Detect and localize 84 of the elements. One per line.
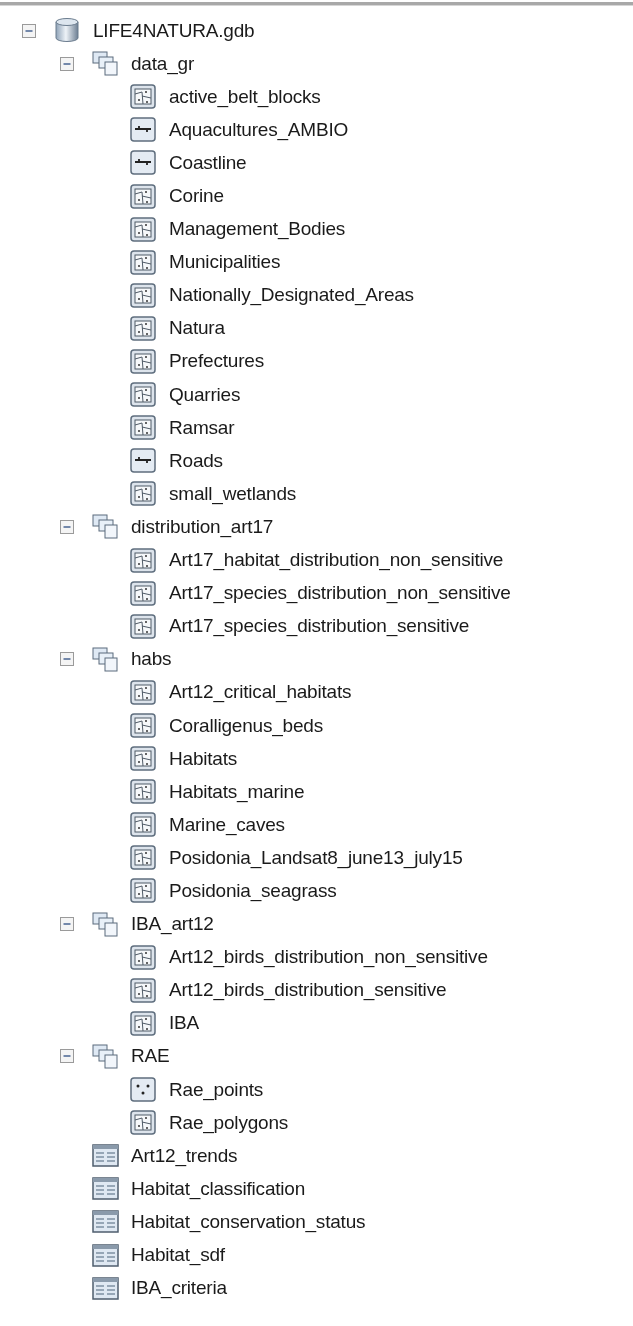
tree-item[interactable]: Habitat_classification (131, 1177, 306, 1200)
tree-item[interactable]: LIFE4NATURA.gdb (93, 19, 255, 42)
polygon-layer-icon (129, 877, 157, 905)
tree-item[interactable]: small_wetlands (169, 482, 297, 505)
collapse-icon[interactable] (60, 519, 74, 534)
tree-item[interactable]: Rae_polygons (169, 1111, 289, 1134)
tree-item[interactable]: habs (131, 648, 172, 671)
tree-item[interactable]: Coastline (169, 151, 247, 174)
tree-item[interactable]: Municipalities (169, 251, 281, 274)
tree-item[interactable]: Art12_critical_habitats (169, 681, 352, 704)
tree-item[interactable]: Habitats_marine (169, 780, 305, 803)
tree-item[interactable]: Habitats (169, 747, 238, 770)
stacked-layers-icon (91, 1042, 119, 1070)
tree-item[interactable]: IBA (169, 1012, 200, 1035)
polygon-layer-icon (129, 414, 157, 442)
tree-item[interactable]: Corine (169, 185, 224, 207)
tree-item[interactable]: Art17_species_distribution_sensitive (169, 615, 470, 638)
tree-item[interactable]: RAE (131, 1045, 170, 1068)
database-icon (53, 17, 81, 45)
polygon-layer-icon (129, 281, 157, 309)
line-layer-icon (129, 116, 157, 144)
tree-item[interactable]: Habitat_sdf (131, 1244, 225, 1266)
stacked-layers-icon (91, 910, 119, 938)
polygon-layer-icon (129, 745, 157, 773)
stacked-layers-icon (91, 513, 119, 541)
polygon-layer-icon (129, 83, 157, 111)
stacked-layers-icon (91, 50, 119, 78)
tree-item[interactable]: Art12_birds_distribution_sensitive (169, 979, 447, 1002)
collapse-icon[interactable] (60, 56, 74, 71)
polygon-layer-icon (129, 943, 157, 971)
polygon-layer-icon (129, 381, 157, 409)
tree-item[interactable]: Posidonia_Landsat8_june13_july15 (169, 846, 463, 869)
tree-item[interactable]: Art17_species_distribution_non_sensitive (169, 582, 511, 605)
tree-item[interactable]: Art12_trends (131, 1144, 238, 1167)
polygon-layer-icon (129, 546, 157, 574)
tree-item[interactable]: Habitat_conservation_status (131, 1210, 366, 1233)
polygon-layer-icon (129, 1009, 157, 1037)
polygon-layer-icon (129, 612, 157, 640)
collapse-icon[interactable] (22, 23, 36, 38)
polygon-layer-icon (129, 314, 157, 342)
polygon-layer-icon (129, 248, 157, 276)
table-icon (91, 1274, 119, 1302)
polygon-layer-icon (129, 811, 157, 839)
tree-item[interactable]: Natura (169, 317, 225, 340)
tree-item[interactable]: Art17_habitat_distribution_non_sensitive (169, 549, 504, 572)
tree-item[interactable]: Roads (169, 449, 223, 472)
table-icon (91, 1208, 119, 1236)
polygon-layer-icon (129, 182, 157, 210)
polygon-layer-icon (129, 678, 157, 706)
line-layer-icon (129, 149, 157, 177)
table-icon (91, 1241, 119, 1269)
tree-item[interactable]: IBA_criteria (131, 1277, 227, 1300)
line-layer-icon (129, 447, 157, 475)
stacked-layers-icon (91, 645, 119, 673)
polygon-layer-icon (129, 480, 157, 508)
collapse-icon[interactable] (60, 917, 74, 932)
tree-item[interactable]: Nationally_Designated_Areas (169, 284, 414, 307)
polygon-layer-icon (129, 348, 157, 375)
polygon-layer-icon (129, 778, 157, 806)
collapse-icon[interactable] (60, 1049, 74, 1064)
tree-item[interactable]: distribution_art17 (131, 515, 274, 538)
tree-item[interactable]: Management_Bodies (169, 218, 346, 241)
polygon-layer-icon (129, 712, 157, 739)
polygon-layer-icon (129, 976, 157, 1004)
tree-item[interactable]: Posidonia_seagrass (169, 880, 337, 902)
point-layer-icon (129, 1076, 157, 1104)
tree-item[interactable]: Prefectures (169, 350, 264, 373)
tree-item[interactable]: Coralligenus_beds (169, 714, 323, 737)
table-icon (91, 1175, 119, 1203)
polygon-layer-icon (129, 215, 157, 243)
table-icon (91, 1142, 119, 1170)
polygon-layer-icon (129, 579, 157, 607)
tree-item[interactable]: Ramsar (169, 416, 235, 439)
tree-item[interactable]: Aquacultures_AMBIO (169, 118, 349, 141)
tree-item[interactable]: Marine_caves (169, 813, 285, 836)
tree-item[interactable]: IBA_art12 (131, 913, 214, 936)
tree-item[interactable]: Quarries (169, 383, 241, 406)
tree-item[interactable]: Art12_birds_distribution_non_sensitive (169, 946, 488, 969)
collapse-icon[interactable] (60, 652, 74, 667)
tree-item[interactable]: active_belt_blocks (169, 85, 321, 108)
tree-item[interactable]: data_gr (131, 52, 195, 75)
polygon-layer-icon (129, 844, 157, 872)
tree-item[interactable]: Rae_points (169, 1078, 264, 1101)
polygon-layer-icon (129, 1109, 157, 1137)
